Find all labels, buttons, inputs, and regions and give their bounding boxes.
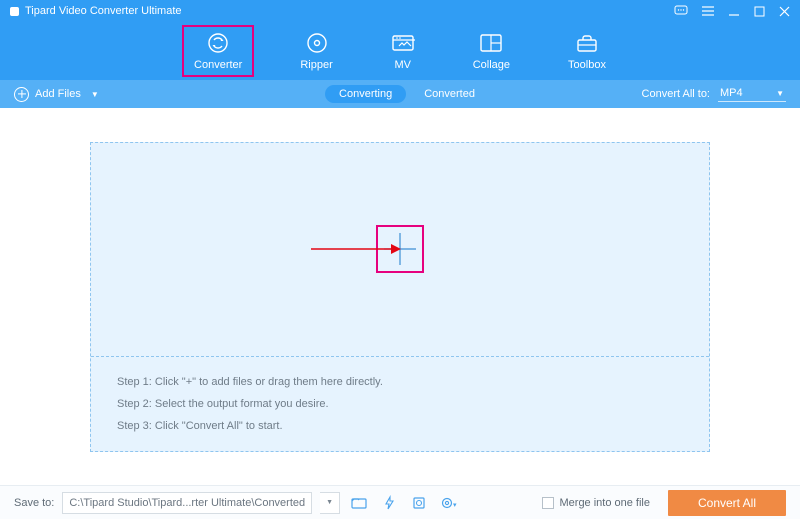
close-icon[interactable] <box>779 6 790 17</box>
nav-mv[interactable]: MV <box>383 29 423 73</box>
mv-icon <box>391 31 415 55</box>
app-title: Tipard Video Converter Ultimate <box>25 5 674 17</box>
menu-icon[interactable] <box>702 6 714 16</box>
annotation-arrow-icon <box>311 242 401 256</box>
converter-icon <box>206 31 230 55</box>
add-files-label: Add Files <box>35 88 81 100</box>
feedback-icon[interactable] <box>674 5 688 17</box>
nav-toolbox[interactable]: Toolbox <box>560 29 614 73</box>
step-3: Step 3: Click "Convert All" to start. <box>117 415 683 437</box>
chevron-down-icon: ▼ <box>776 89 784 98</box>
footer: Save to: C:\Tipard Studio\Tipard...rter … <box>0 485 800 519</box>
output-format-select[interactable]: MP4 ▼ <box>718 86 786 102</box>
convert-all-button[interactable]: Convert All <box>668 490 786 516</box>
open-folder-button[interactable] <box>348 492 370 514</box>
nav-label: Toolbox <box>568 59 606 71</box>
maximize-icon[interactable] <box>754 6 765 17</box>
ripper-icon <box>305 31 329 55</box>
nav-label: Collage <box>473 59 510 71</box>
save-path-input[interactable]: C:\Tipard Studio\Tipard...rter Ultimate\… <box>62 492 312 514</box>
toolbox-icon <box>575 31 599 55</box>
output-format-value: MP4 <box>720 87 743 99</box>
nav-collage[interactable]: Collage <box>465 29 518 73</box>
nav-label: MV <box>394 59 411 71</box>
titlebar: Tipard Video Converter Ultimate <box>0 0 800 22</box>
minimize-icon[interactable] <box>728 5 740 17</box>
tab-converted[interactable]: Converted <box>424 88 475 100</box>
dropzone-upper[interactable] <box>91 143 709 357</box>
nav-label: Converter <box>194 59 242 71</box>
save-to-label: Save to: <box>14 497 54 509</box>
merge-label: Merge into one file <box>560 497 651 509</box>
status-tabs: Converting Converted <box>325 85 475 103</box>
save-path-dropdown[interactable]: ▼ <box>320 492 340 514</box>
step-1: Step 1: Click "+" to add files or drag t… <box>117 371 683 393</box>
instructions: Step 1: Click "+" to add files or drag t… <box>91 357 709 451</box>
hw-accel-button[interactable] <box>378 492 400 514</box>
tab-converting[interactable]: Converting <box>325 85 406 103</box>
merge-checkbox[interactable]: Merge into one file <box>542 497 651 509</box>
main-nav: Converter Ripper MV Collage Toolbox <box>0 22 800 80</box>
nav-label: Ripper <box>300 59 332 71</box>
collage-icon <box>479 31 503 55</box>
add-files-button[interactable]: Add Files ▼ <box>14 87 99 102</box>
chevron-down-icon: ▼ <box>91 90 99 99</box>
plus-circle-icon <box>14 87 29 102</box>
toolbar: Add Files ▼ Converting Converted Convert… <box>0 80 800 108</box>
nav-converter[interactable]: Converter <box>186 29 250 73</box>
nav-ripper[interactable]: Ripper <box>292 29 340 73</box>
gpu-button[interactable] <box>408 492 430 514</box>
settings-button[interactable]: ▾ <box>438 492 460 514</box>
svg-text:▾: ▾ <box>453 502 457 509</box>
step-2: Step 2: Select the output format you des… <box>117 393 683 415</box>
workspace: Step 1: Click "+" to add files or drag t… <box>0 108 800 485</box>
convert-all-to-label: Convert All to: <box>642 88 710 100</box>
dropzone: Step 1: Click "+" to add files or drag t… <box>90 142 710 452</box>
checkbox-icon <box>542 497 554 509</box>
app-logo-icon <box>10 7 19 16</box>
